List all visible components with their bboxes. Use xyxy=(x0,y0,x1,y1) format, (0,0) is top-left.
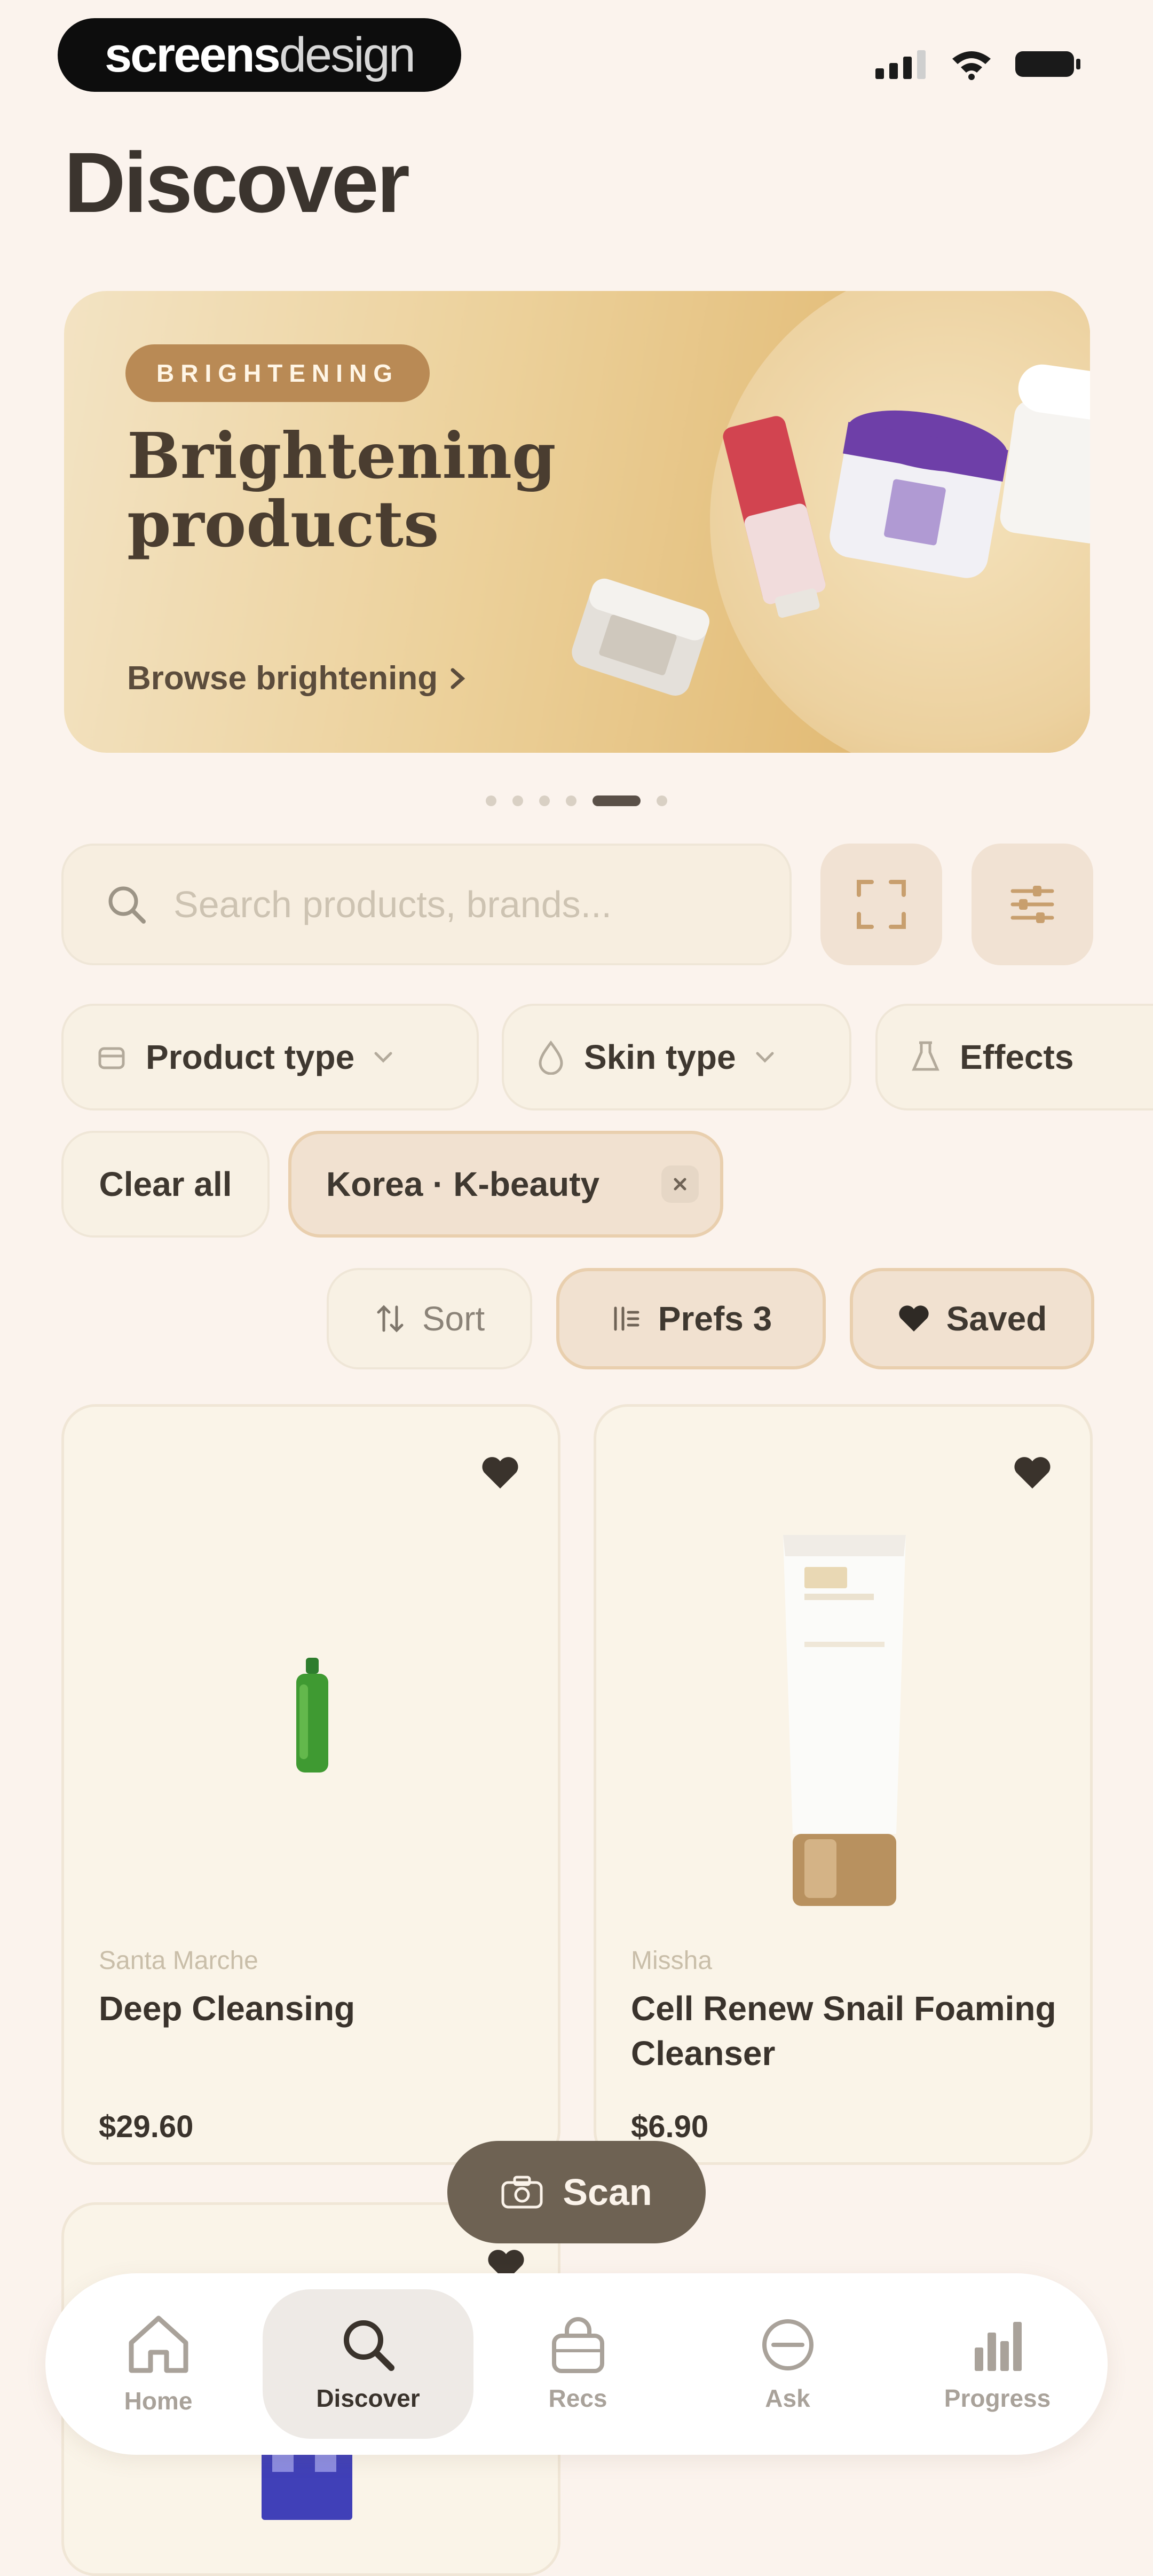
camera-icon xyxy=(501,2176,543,2209)
heart-icon[interactable] xyxy=(1012,1455,1053,1491)
carousel-dots xyxy=(0,795,1153,806)
carousel-dot[interactable] xyxy=(566,795,576,806)
droplet-icon xyxy=(539,1040,563,1075)
saved-button[interactable]: Saved xyxy=(850,1268,1094,1369)
filter-settings-button[interactable] xyxy=(972,844,1093,965)
sort-label: Sort xyxy=(422,1299,485,1338)
tab-recs-label: Recs xyxy=(548,2384,607,2412)
status-icons xyxy=(875,48,1084,80)
clear-all-button[interactable]: Clear all xyxy=(61,1131,270,1238)
product-type-filter[interactable]: Product type xyxy=(61,1004,479,1110)
scan-label: Scan xyxy=(563,2171,652,2213)
tab-discover-label: Discover xyxy=(316,2384,420,2412)
prefs-label: Prefs 3 xyxy=(658,1299,772,1338)
carousel-dot[interactable] xyxy=(657,795,667,806)
search-placeholder: Search products, brands... xyxy=(173,884,612,925)
product-name: Cell Renew Snail Foaming Cleanser xyxy=(631,1989,1056,2073)
brand-watermark: screens design xyxy=(58,18,461,92)
skin-type-filter[interactable]: Skin type xyxy=(502,1004,851,1110)
tab-ask[interactable]: Ask xyxy=(682,2289,893,2439)
product-type-label: Product type xyxy=(146,1038,355,1076)
tab-home[interactable]: Home xyxy=(53,2289,264,2439)
battery-icon xyxy=(1015,51,1080,77)
scan-button[interactable]: Scan xyxy=(447,2141,706,2243)
preferences-icon xyxy=(614,1306,639,1331)
brand-light: design xyxy=(279,27,416,82)
scan-frame-button[interactable] xyxy=(820,844,942,965)
carousel-dot[interactable] xyxy=(512,795,523,806)
tab-ask-label: Ask xyxy=(765,2384,810,2412)
bottom-tab-bar: Home Discover Recs Ask Progress xyxy=(45,2273,1108,2455)
active-filter-label: Korea · K-beauty xyxy=(326,1165,600,1203)
remove-filter-button[interactable] xyxy=(661,1165,699,1203)
scan-frame-icon xyxy=(857,880,906,929)
hero-link-label: Browse brightening xyxy=(127,660,438,697)
signal-icon xyxy=(875,50,926,79)
saved-label: Saved xyxy=(946,1299,1047,1338)
chevron-down-icon xyxy=(756,1052,774,1063)
tab-progress-label: Progress xyxy=(944,2384,1051,2412)
shopping-bag-icon xyxy=(551,2317,604,2373)
product-card[interactable]: Missha Cell Renew Snail Foaming Cleanser… xyxy=(594,1404,1093,2165)
chevron-down-icon xyxy=(374,1052,392,1063)
box-icon xyxy=(98,1047,125,1069)
tab-home-label: Home xyxy=(124,2387,193,2415)
product-brand: Santa Marche xyxy=(99,1947,258,1975)
home-icon xyxy=(129,2315,188,2373)
bar-chart-icon xyxy=(974,2322,1022,2371)
product-image xyxy=(296,1658,328,1773)
sort-icon xyxy=(377,1305,404,1333)
product-card[interactable]: Santa Marche Deep Cleansing $29.60 xyxy=(61,1404,560,2165)
effects-filter[interactable]: Effects xyxy=(875,1004,1153,1110)
hero-browse-link[interactable]: Browse brightening xyxy=(127,659,465,697)
carousel-dot[interactable] xyxy=(486,795,496,806)
brand-bold: screens xyxy=(105,27,281,82)
skin-type-label: Skin type xyxy=(584,1038,736,1076)
product-price: $6.90 xyxy=(631,2109,709,2144)
carousel-dot-active[interactable] xyxy=(593,795,641,806)
heart-icon xyxy=(899,1305,929,1332)
sliders-icon xyxy=(1010,886,1054,923)
wifi-icon xyxy=(952,51,991,80)
product-price: $29.60 xyxy=(99,2109,194,2144)
page-title: Discover xyxy=(64,135,410,230)
chat-icon xyxy=(762,2319,814,2370)
search-input[interactable]: Search products, brands... xyxy=(61,844,792,965)
tab-progress[interactable]: Progress xyxy=(892,2289,1103,2439)
tab-discover[interactable]: Discover xyxy=(263,2289,473,2439)
effects-label: Effects xyxy=(960,1038,1074,1076)
clear-all-label: Clear all xyxy=(99,1165,232,1203)
search-icon xyxy=(108,886,146,924)
product-image xyxy=(783,1535,906,1906)
heart-icon[interactable] xyxy=(480,1455,520,1491)
close-icon xyxy=(674,1178,686,1191)
hero-badge: BRIGHTENING xyxy=(125,344,430,402)
active-filter-chip[interactable]: Korea · K-beauty xyxy=(288,1131,723,1238)
tab-recs[interactable]: Recs xyxy=(472,2289,683,2439)
product-brand: Missha xyxy=(631,1947,713,1975)
hero-products-image xyxy=(572,364,1090,696)
flask-icon xyxy=(912,1041,939,1071)
product-name: Deep Cleansing xyxy=(99,1989,356,2028)
chevron-right-icon xyxy=(451,668,465,689)
carousel-dot[interactable] xyxy=(539,795,550,806)
search-icon xyxy=(343,2320,394,2371)
sort-button[interactable]: Sort xyxy=(327,1268,532,1369)
hero-banner[interactable]: BRIGHTENING Brightening products Browse … xyxy=(64,291,1090,753)
prefs-button[interactable]: Prefs 3 xyxy=(556,1268,826,1369)
